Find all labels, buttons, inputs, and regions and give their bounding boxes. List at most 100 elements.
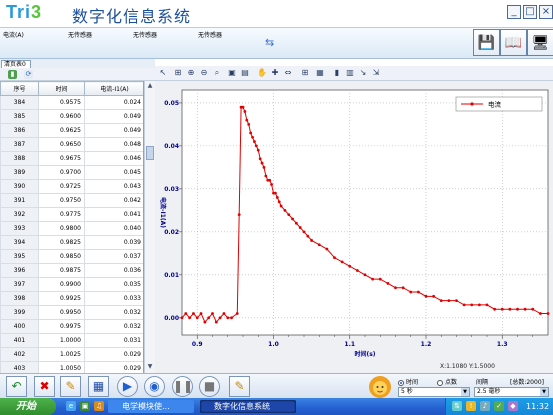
table-row[interactable]: 393 0.9800 0.040 (0, 221, 143, 236)
data-point[interactable] (237, 213, 241, 217)
data-point[interactable] (262, 165, 266, 169)
pencil-icon[interactable]: ✎ (60, 376, 81, 397)
sensor-slot-1[interactable]: 电流(A) (3, 30, 24, 39)
data-point[interactable] (523, 307, 527, 311)
cycle-icon[interactable]: ◉ (144, 376, 165, 397)
record-icon[interactable]: 🖥 (527, 29, 553, 56)
data-point[interactable] (199, 312, 203, 315)
open-document-icon[interactable]: 📖 (500, 29, 527, 56)
current-chart[interactable]: 0.9 1.0 1.1 1.2 1.3 0.00 0.01 0.02 0.03 0.04 0.05 时… (155, 81, 553, 373)
task-module-doc[interactable]: 电学模块使... (108, 400, 194, 413)
data-point[interactable] (439, 299, 443, 303)
data-point[interactable] (243, 110, 247, 113)
measure-icon[interactable]: ⇔ (283, 68, 293, 78)
data-point[interactable] (275, 196, 279, 199)
column-header-index[interactable]: 序号 (0, 81, 39, 96)
data-point[interactable] (256, 148, 260, 152)
data-point[interactable] (294, 221, 298, 225)
close-button[interactable]: × (539, 5, 553, 19)
calc-icon[interactable]: ▥ (345, 68, 355, 78)
save-chart-icon[interactable]: ▮ (332, 68, 342, 78)
start-button[interactable]: 开始 (0, 398, 56, 415)
network-icon[interactable]: ⇅ (452, 401, 462, 411)
time-select[interactable]: 5 秒 ▼ (398, 387, 470, 397)
data-point[interactable] (306, 234, 310, 238)
zoom-box-icon[interactable]: ⌕ (212, 68, 222, 78)
data-point[interactable] (192, 312, 195, 315)
data-point[interactable] (226, 316, 230, 320)
sensor-slot-2[interactable]: 无传感器 (68, 30, 92, 39)
radio-time[interactable]: 时间 (398, 377, 418, 386)
data-point[interactable] (253, 140, 256, 143)
data-point[interactable] (251, 135, 254, 139)
maximize-button[interactable]: □ (523, 5, 537, 19)
data-point[interactable] (378, 277, 382, 281)
data-point[interactable] (260, 161, 264, 165)
table-scrollbar[interactable]: ▲ ▼ (144, 81, 155, 373)
data-point[interactable] (531, 307, 535, 311)
data-point[interactable] (355, 269, 359, 272)
data-point[interactable] (214, 320, 218, 324)
data-point[interactable] (409, 290, 413, 294)
data-point[interactable] (508, 307, 512, 311)
data-point[interactable] (241, 105, 245, 109)
data-point[interactable] (470, 303, 474, 307)
radio-time-indicator[interactable] (398, 379, 404, 386)
data-point[interactable] (291, 217, 294, 221)
table-row[interactable]: 389 0.9700 0.045 (0, 165, 143, 180)
task-app[interactable]: 数字化信息系统 (200, 400, 296, 413)
data-point[interactable] (325, 247, 329, 251)
autoscale-icon[interactable]: ▣ (227, 68, 237, 78)
data-point[interactable] (386, 282, 390, 285)
data-point[interactable] (247, 122, 251, 126)
data-point[interactable] (188, 316, 192, 320)
data-point[interactable] (298, 226, 302, 229)
data-point[interactable] (287, 213, 291, 217)
media-icon[interactable]: ♫ (94, 401, 104, 411)
table-row[interactable]: 391 0.9750 0.042 (0, 193, 143, 208)
table-row[interactable]: 384 0.9575 0.024 (0, 95, 143, 110)
tab-table[interactable]: 清页表0 (1, 60, 31, 68)
radio-points-indicator[interactable] (437, 379, 443, 386)
save-icon[interactable]: 💾 (473, 29, 500, 56)
data-point[interactable] (371, 277, 375, 281)
data-point[interactable] (258, 157, 262, 161)
minimize-button[interactable]: _ (507, 5, 521, 19)
data-point[interactable] (264, 174, 268, 178)
volume-icon[interactable]: ♪ (480, 401, 490, 411)
fit-line-icon[interactable]: ↘ (358, 68, 368, 78)
grid-icon[interactable]: ⊞ (300, 68, 310, 78)
data-point[interactable] (283, 208, 287, 212)
zoom-fit-icon[interactable]: ⊞ (173, 68, 183, 78)
back-icon[interactable]: ↶ (6, 376, 27, 397)
data-point[interactable] (302, 230, 306, 234)
sensor-slot-3[interactable]: 无传感器 (133, 30, 157, 39)
table-row[interactable]: 385 0.9600 0.049 (0, 109, 143, 124)
table-row[interactable]: 400 0.9975 0.032 (0, 319, 143, 334)
column-header-current[interactable]: 电流-I1(A) (84, 81, 143, 96)
data-point[interactable] (235, 312, 239, 315)
zoom-in-icon[interactable]: ⊕ (186, 68, 196, 78)
table-row[interactable]: 388 0.9675 0.046 (0, 151, 143, 166)
data-point[interactable] (203, 320, 207, 324)
table-row[interactable]: 403 1.0050 0.029 (0, 361, 143, 373)
table-row[interactable]: 386 0.9625 0.049 (0, 123, 143, 138)
data-point[interactable] (477, 303, 481, 307)
data-point[interactable] (485, 303, 489, 307)
data-point[interactable] (493, 307, 497, 311)
data-point[interactable] (184, 312, 188, 315)
cursor-icon[interactable]: ✚ (270, 68, 280, 78)
data-point[interactable] (447, 299, 451, 303)
data-point[interactable] (500, 307, 504, 311)
data-point[interactable] (462, 303, 466, 307)
data-point[interactable] (363, 273, 367, 277)
data-point[interactable] (249, 131, 253, 135)
play-icon[interactable]: ▶ (117, 376, 138, 397)
table-row[interactable]: 392 0.9775 0.041 (0, 207, 143, 222)
data-point[interactable] (230, 316, 233, 320)
data-point[interactable] (416, 290, 420, 294)
scroll-down-icon[interactable]: ▼ (146, 363, 154, 371)
data-point[interactable] (317, 243, 321, 247)
data-point[interactable] (516, 307, 519, 311)
data-point[interactable] (195, 316, 199, 320)
